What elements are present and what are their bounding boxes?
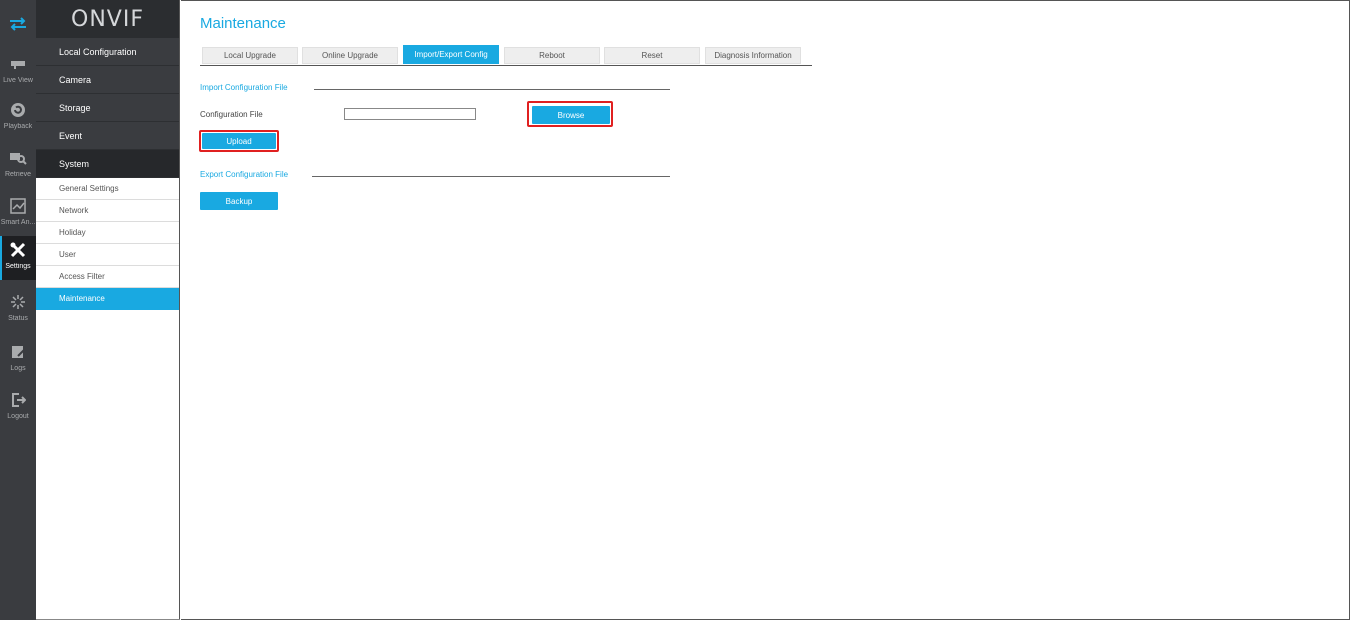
page-title: Maintenance: [200, 15, 286, 32]
settings-nav: ONVIF Local Configuration Camera Storage…: [36, 0, 180, 620]
export-section-title: Export Configuration File: [200, 170, 289, 179]
brand-logo: ONVIF: [36, 0, 179, 38]
import-section-divider: [314, 89, 670, 90]
nav-section-camera[interactable]: Camera: [36, 66, 179, 94]
camera-icon: [8, 54, 28, 74]
nav-section-system[interactable]: System: [36, 150, 179, 178]
swap-arrows-icon: [8, 14, 28, 34]
nav-section-event[interactable]: Event: [36, 122, 179, 150]
backup-button[interactable]: Backup: [200, 192, 278, 210]
rail-label: Logs: [10, 365, 26, 372]
logs-icon: [8, 342, 28, 362]
rail-status[interactable]: Status: [0, 288, 36, 332]
nav-section-local-configuration[interactable]: Local Configuration: [36, 38, 179, 66]
rail-smart-analysis[interactable]: Smart An...: [0, 192, 36, 236]
rail-retrieve[interactable]: Retrieve: [0, 144, 36, 188]
rail-label: Logout: [7, 413, 29, 420]
icon-rail: Live View Playback Retrieve Smart An... …: [0, 0, 36, 620]
logout-icon: [8, 390, 28, 410]
import-section-title: Import Configuration File: [200, 83, 288, 92]
smart-analysis-icon: [8, 196, 28, 216]
browse-button[interactable]: Browse: [532, 106, 610, 124]
nav-item-user[interactable]: User: [36, 244, 179, 266]
configuration-file-label: Configuration File: [200, 110, 263, 119]
rail-logout[interactable]: Logout: [0, 386, 36, 430]
tab-import-export-config[interactable]: Import/Export Config: [403, 45, 499, 64]
rail-label: Status: [8, 315, 28, 322]
rail-switch-button[interactable]: [0, 10, 36, 38]
configuration-file-input[interactable]: [344, 108, 476, 120]
tab-bar: Local Upgrade Online Upgrade Import/Expo…: [200, 45, 812, 66]
rail-live-view[interactable]: Live View: [0, 50, 36, 94]
tab-reboot[interactable]: Reboot: [504, 47, 600, 64]
rail-logs[interactable]: Logs: [0, 338, 36, 382]
nav-item-access-filter[interactable]: Access Filter: [36, 266, 179, 288]
rail-label: Retrieve: [4, 171, 32, 178]
nav-item-network[interactable]: Network: [36, 200, 179, 222]
nav-item-maintenance[interactable]: Maintenance: [36, 288, 179, 310]
rail-label: Smart An...: [0, 219, 36, 226]
logo-text: ONVIF: [71, 6, 144, 32]
rail-label: Live View: [3, 77, 33, 84]
nav-section-storage[interactable]: Storage: [36, 94, 179, 122]
main-panel: Maintenance Local Upgrade Online Upgrade…: [181, 0, 1350, 620]
playback-icon: [8, 100, 28, 120]
rail-label: Settings: [5, 263, 31, 270]
retrieve-icon: [8, 148, 28, 168]
tab-online-upgrade[interactable]: Online Upgrade: [302, 47, 398, 64]
tab-diagnosis-information[interactable]: Diagnosis Information: [705, 47, 801, 64]
nav-item-holiday[interactable]: Holiday: [36, 222, 179, 244]
rail-playback[interactable]: Playback: [0, 96, 36, 140]
tools-icon: [8, 240, 28, 260]
tab-local-upgrade[interactable]: Local Upgrade: [202, 47, 298, 64]
nav-item-general-settings[interactable]: General Settings: [36, 178, 179, 200]
status-icon: [8, 292, 28, 312]
export-section-divider: [312, 176, 670, 177]
rail-label: Playback: [3, 123, 33, 130]
rail-settings[interactable]: Settings: [0, 236, 36, 280]
upload-button[interactable]: Upload: [202, 133, 276, 149]
tab-reset[interactable]: Reset: [604, 47, 700, 64]
